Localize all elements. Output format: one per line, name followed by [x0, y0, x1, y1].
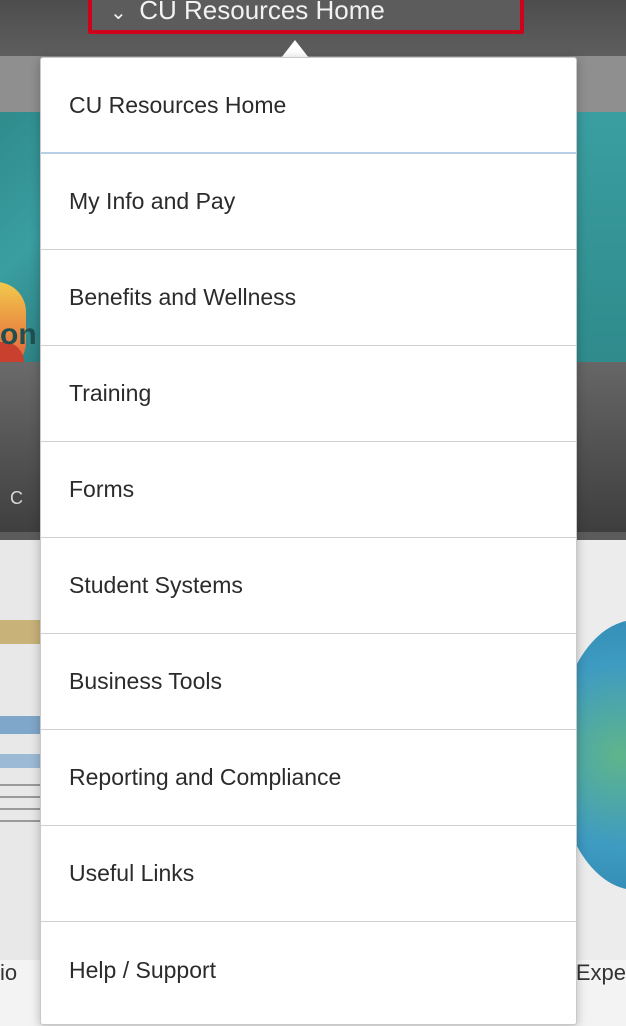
document-stripe — [0, 620, 44, 644]
screen: on C io Expe ⌄ CU Resources Home CU Reso… — [0, 0, 626, 1026]
document-line — [0, 784, 44, 786]
tile-left-title-fragment: on — [0, 318, 37, 351]
menu-item-label: Forms — [69, 476, 135, 502]
tile-right-lower-image[interactable] — [556, 540, 626, 960]
menu-item-label: Business Tools — [69, 668, 222, 694]
menu-item-my-info-and-pay[interactable]: My Info and Pay — [41, 154, 576, 250]
document-stripe — [0, 716, 44, 734]
menu-item-benefits-and-wellness[interactable]: Benefits and Wellness — [41, 250, 576, 346]
menu-item-cu-resources-home[interactable]: CU Resources Home — [41, 58, 576, 154]
resources-dropdown-menu: CU Resources Home My Info and Pay Benefi… — [40, 57, 577, 1025]
document-stripe — [0, 754, 44, 768]
tile-label-right: Expe — [575, 960, 626, 985]
menu-item-label: Useful Links — [69, 860, 195, 886]
tile-right-image[interactable] — [576, 112, 626, 362]
menu-item-forms[interactable]: Forms — [41, 442, 576, 538]
document-line — [0, 820, 44, 822]
menu-item-label: Reporting and Compliance — [69, 764, 342, 790]
menu-item-label: Training — [69, 380, 152, 406]
menu-item-label: Student Systems — [69, 572, 243, 598]
tile-label-left: io — [0, 960, 18, 985]
chevron-down-icon: ⌄ — [110, 2, 127, 24]
tile-left-lower-image[interactable] — [0, 540, 44, 960]
document-line — [0, 796, 44, 798]
trigger-label: CU Resources Home — [139, 0, 385, 25]
menu-item-student-systems[interactable]: Student Systems — [41, 538, 576, 634]
tile-right-caption-area — [576, 362, 626, 532]
menu-item-useful-links[interactable]: Useful Links — [41, 826, 576, 922]
menu-item-label: Help / Support — [69, 956, 217, 983]
resources-dropdown-trigger[interactable]: ⌄ CU Resources Home — [88, 0, 524, 34]
menu-item-label: Benefits and Wellness — [69, 284, 297, 310]
menu-item-label: My Info and Pay — [69, 188, 236, 214]
menu-item-training[interactable]: Training — [41, 346, 576, 442]
menu-item-label: CU Resources Home — [69, 91, 287, 118]
tile-left-caption-fragment: C — [10, 488, 23, 508]
menu-item-help-support[interactable]: Help / Support — [41, 922, 576, 1018]
dropdown-caret — [281, 40, 309, 58]
menu-item-business-tools[interactable]: Business Tools — [41, 634, 576, 730]
menu-item-reporting-and-compliance[interactable]: Reporting and Compliance — [41, 730, 576, 826]
document-line — [0, 808, 44, 810]
